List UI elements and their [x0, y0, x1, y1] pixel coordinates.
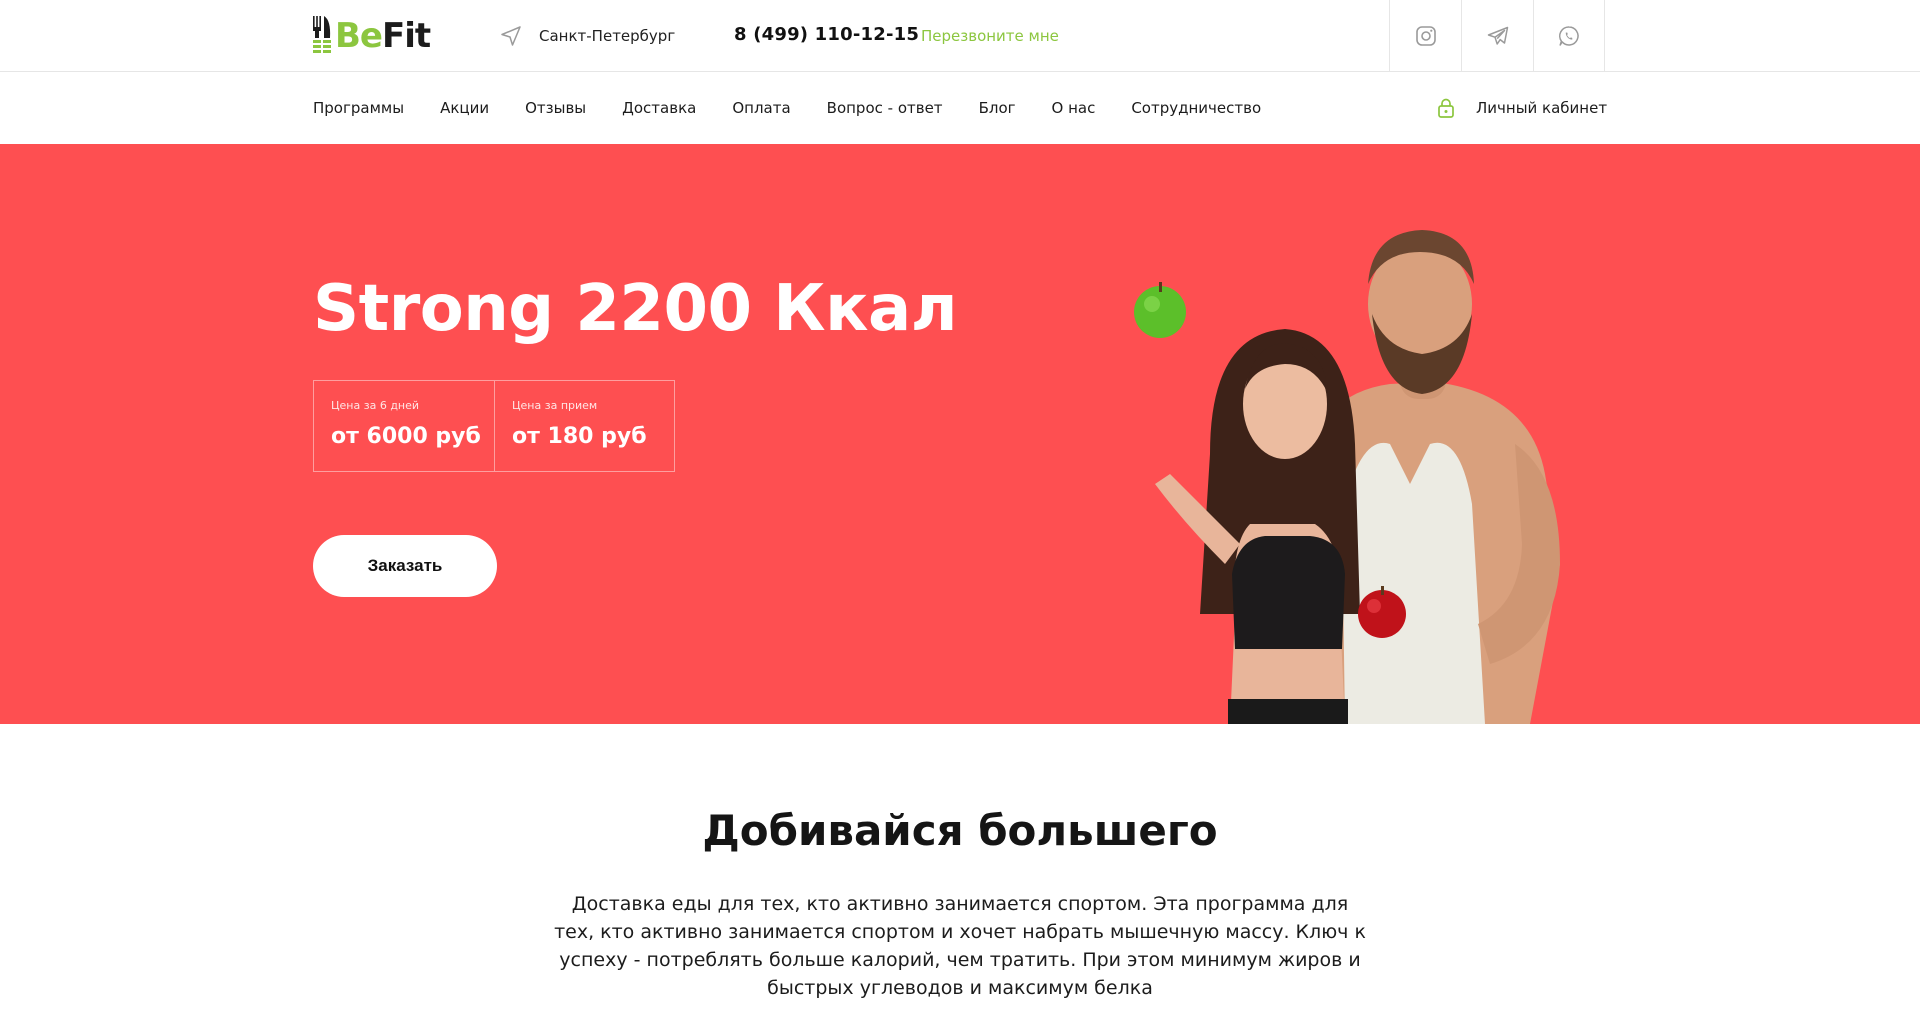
- city-selector[interactable]: Санкт-Петербург: [499, 24, 675, 48]
- price-table: Цена за 6 дней от 6000 руб Цена за прием…: [313, 380, 675, 472]
- price-caption: Цена за прием: [512, 399, 598, 412]
- logo-text: BeFit: [335, 16, 431, 56]
- nav-item-blog[interactable]: Блог: [979, 99, 1016, 117]
- price-box-6-days: Цена за 6 дней от 6000 руб: [314, 381, 494, 471]
- top-header: BeFit Санкт-Петербург 8 (499) 110-12-15 …: [0, 0, 1920, 72]
- nav-item-promotions[interactable]: Акции: [440, 99, 489, 117]
- nav-item-delivery[interactable]: Доставка: [622, 99, 696, 117]
- personal-account-label: Личный кабинет: [1476, 99, 1608, 117]
- telegram-icon: [1487, 26, 1508, 45]
- price-box-per-meal: Цена за прием от 180 руб: [494, 381, 674, 471]
- city-label: Санкт-Петербург: [539, 27, 676, 45]
- nav-item-partnership[interactable]: Сотрудничество: [1131, 99, 1261, 117]
- section-description: Доставка еды для тех, кто активно занима…: [554, 893, 1366, 999]
- nav-item-about[interactable]: О нас: [1052, 99, 1096, 117]
- telegram-link[interactable]: [1461, 0, 1533, 72]
- callback-link[interactable]: Перезвоните мне: [921, 27, 1059, 45]
- section-title: Добивайся большего: [702, 806, 1218, 855]
- fork-knife-icon: [313, 16, 331, 56]
- program-title: Strong 2200 Ккал: [313, 272, 958, 346]
- personal-account-link[interactable]: Личный кабинет: [1435, 72, 1607, 144]
- nav-menu: Программы Акции Отзывы Доставка Оплата В…: [313, 72, 1297, 144]
- whatsapp-icon: [1559, 26, 1579, 46]
- whatsapp-link[interactable]: [1533, 0, 1605, 72]
- hero-photo-people: [1134, 230, 1560, 724]
- lock-icon: [1438, 98, 1454, 118]
- social-links: [1389, 0, 1605, 72]
- nav-item-faq[interactable]: Вопрос - ответ: [827, 99, 943, 117]
- price-value: от 180 руб: [512, 424, 647, 449]
- order-button[interactable]: Заказать: [313, 535, 497, 597]
- logo[interactable]: BeFit: [313, 14, 431, 58]
- main-nav: Программы Акции Отзывы Доставка Оплата В…: [0, 72, 1920, 144]
- phone-number[interactable]: 8 (499) 110-12-15: [734, 24, 919, 45]
- price-value: от 6000 руб: [331, 424, 481, 449]
- nav-item-programs[interactable]: Программы: [313, 99, 404, 117]
- instagram-link[interactable]: [1389, 0, 1461, 72]
- hero-banner: Strong 2200 Ккал Цена за 6 дней от 6000 …: [0, 144, 1920, 724]
- instagram-icon: [1415, 26, 1436, 46]
- price-caption: Цена за 6 дней: [331, 399, 420, 412]
- location-arrow-icon: [501, 26, 521, 46]
- nav-item-reviews[interactable]: Отзывы: [525, 99, 586, 117]
- nav-item-payment[interactable]: Оплата: [732, 99, 790, 117]
